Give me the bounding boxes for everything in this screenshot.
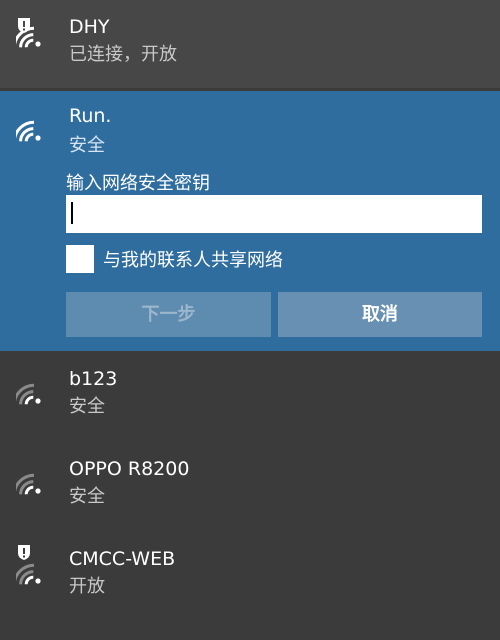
network-item-cmcc-web[interactable]: CMCC-WEB 开放 (0, 540, 500, 620)
network-ssid: b123 (69, 368, 118, 390)
network-ssid: OPPO R8200 (69, 458, 190, 480)
cancel-button[interactable]: 取消 (278, 292, 482, 337)
network-item-run[interactable]: Run. 安全 输入网络安全密钥 与我的联系人共享网络 下一步 取消 (0, 91, 500, 351)
wifi-network-list: DHY 已连接，开放 Run. 安全 输入网络安全密钥 与我的联系人共享网络 下… (0, 0, 500, 640)
network-status: 已连接，开放 (69, 44, 177, 65)
wifi-icon (12, 374, 52, 410)
security-key-input[interactable] (66, 195, 482, 233)
network-ssid: CMCC-WEB (69, 548, 176, 570)
wifi-warning-icon (12, 17, 52, 53)
network-item-dhy[interactable]: DHY 已连接，开放 (0, 0, 500, 88)
network-ssid: DHY (69, 16, 110, 38)
share-with-contacts-option[interactable]: 与我的联系人共享网络 (66, 243, 466, 273)
network-status: 安全 (69, 135, 105, 156)
wifi-icon (12, 464, 52, 500)
next-button[interactable]: 下一步 (66, 292, 271, 337)
share-checkbox[interactable] (66, 245, 94, 273)
text-caret (71, 202, 73, 224)
network-status: 开放 (69, 576, 105, 597)
network-item-b123[interactable]: b123 安全 (0, 360, 500, 440)
network-ssid: Run. (69, 105, 112, 127)
share-label: 与我的联系人共享网络 (103, 250, 283, 271)
network-status: 安全 (69, 396, 105, 417)
security-key-label: 输入网络安全密钥 (66, 173, 210, 194)
wifi-warning-icon (12, 544, 52, 586)
network-status: 安全 (69, 486, 105, 507)
network-item-oppo-r8200[interactable]: OPPO R8200 安全 (0, 450, 500, 530)
wifi-icon (12, 111, 52, 147)
